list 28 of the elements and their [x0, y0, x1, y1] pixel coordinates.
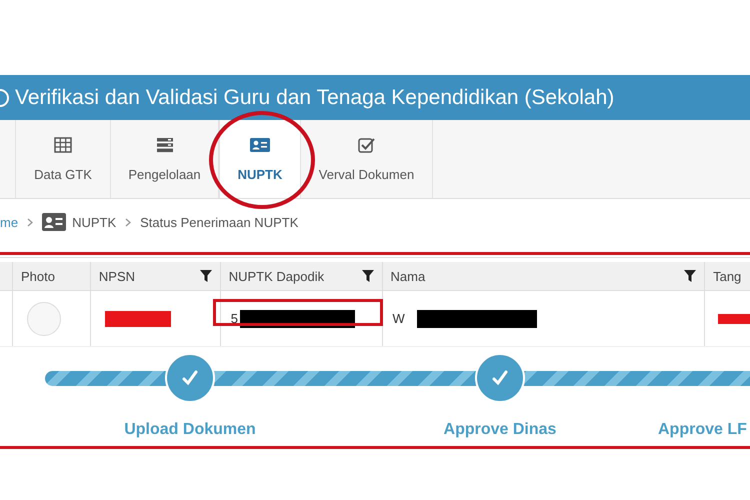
chevron-icon — [125, 218, 132, 226]
breadcrumb-item[interactable]: NUPTK — [72, 214, 116, 230]
tab[interactable]: NUPTK — [219, 120, 301, 198]
avatar — [26, 302, 61, 336]
table-cell: W — [392, 311, 405, 326]
filter-icon — [200, 270, 212, 282]
step-label: Upload Dokumen — [124, 421, 256, 439]
redaction-bar — [718, 314, 750, 324]
table-cell: 5 — [230, 311, 238, 326]
list-icon — [156, 136, 174, 152]
step-label: Approve LF — [658, 421, 747, 439]
window-title: Verifikasi dan Validasi Guru dan Tenaga Kependidikan (Sekolah) — [15, 86, 614, 110]
column-header[interactable]: NPSN — [90, 262, 221, 290]
grid-icon — [54, 136, 72, 152]
column-header[interactable]: Tang — [705, 262, 750, 290]
id-card-icon — [250, 136, 270, 152]
checkbox-icon — [358, 136, 376, 152]
filter-icon — [684, 270, 696, 282]
step-label: Approve Dinas — [444, 421, 556, 439]
column-header[interactable]: Photo — [12, 262, 91, 290]
filter-icon — [362, 270, 374, 282]
breadcrumb-item: Status Penerimaan NUPTK — [140, 214, 298, 230]
chevron-icon — [27, 218, 34, 226]
breadcrumb-item[interactable]: me — [0, 214, 18, 230]
id-card-icon — [42, 213, 66, 231]
column-header[interactable]: NUPTK Dapodik — [220, 262, 383, 290]
column-header[interactable]: Nama — [382, 262, 706, 290]
redaction-bar — [104, 310, 171, 326]
